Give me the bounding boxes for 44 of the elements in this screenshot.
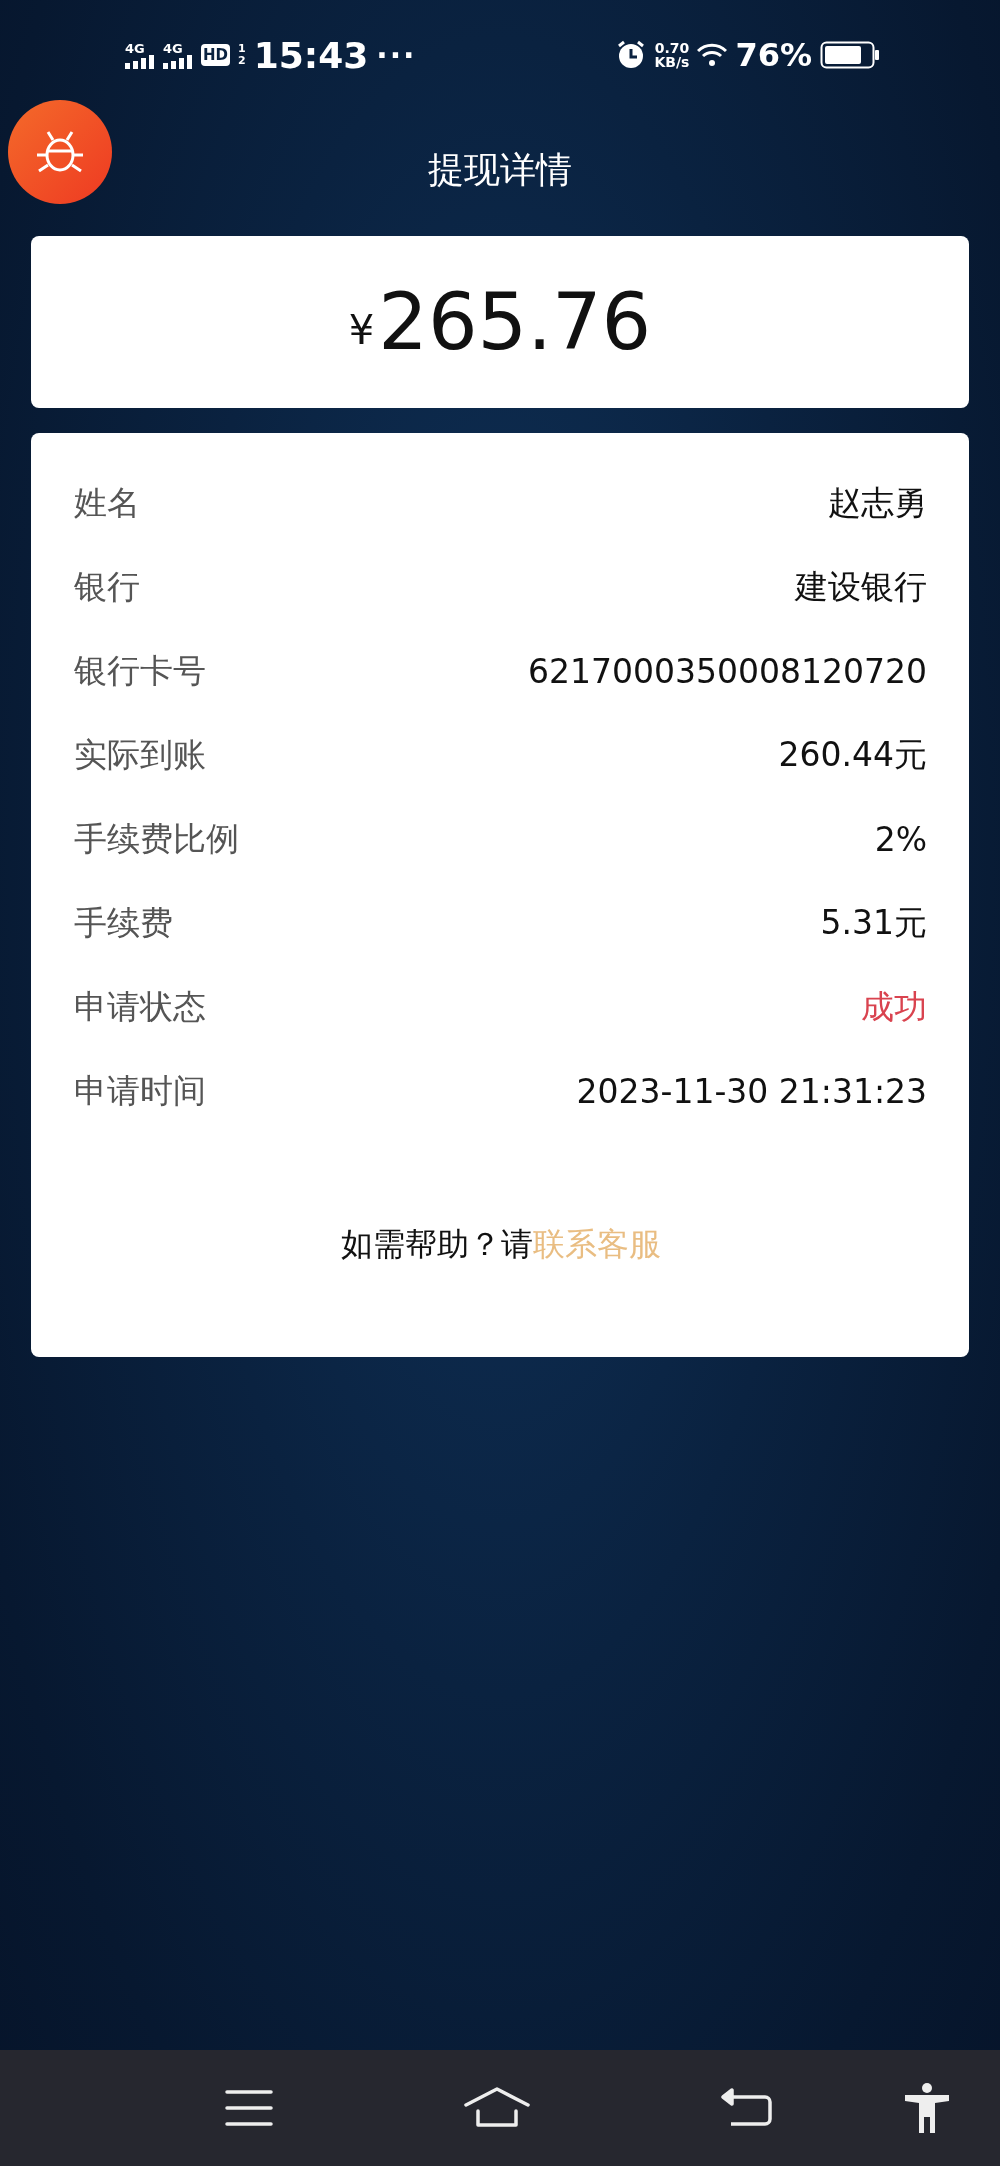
detail-label: 银行卡号 [74, 649, 206, 692]
status-value: 成功 [861, 985, 927, 1028]
speed-value: 0.70 [654, 41, 690, 55]
sim-number: 1 [238, 43, 246, 55]
alarm-icon [616, 40, 647, 70]
back-button[interactable] [721, 2087, 774, 2129]
wifi-icon [697, 43, 728, 67]
detail-value: 2023-11-30 21:31:23 [576, 1071, 927, 1111]
sim-number: 2 [238, 55, 246, 67]
detail-label: 姓名 [74, 481, 140, 524]
home-icon [464, 2087, 531, 2129]
menu-button[interactable] [225, 2089, 273, 2127]
menu-icon [225, 2089, 273, 2127]
detail-value: 6217000350008120720 [528, 651, 927, 691]
detail-value: 建设银行 [795, 565, 927, 608]
detail-value: 2% [874, 819, 927, 859]
detail-label: 手续费 [74, 901, 173, 944]
detail-value: 260.44元 [778, 733, 927, 776]
signal-icon [125, 54, 155, 69]
contact-link[interactable]: 联系客服 [532, 1225, 661, 1263]
page-title: 提现详情 [428, 147, 572, 192]
detail-value: 5.31元 [820, 901, 927, 944]
back-icon [721, 2087, 774, 2129]
detail-label: 实际到账 [74, 733, 206, 776]
detail-label: 手续费比例 [74, 817, 239, 860]
currency-symbol: ¥ [348, 307, 375, 353]
hd-label: HD [201, 44, 230, 66]
signal-icon [163, 54, 193, 69]
battery-percent: 76% [735, 36, 812, 74]
home-button[interactable] [464, 2087, 531, 2129]
detail-label: 银行 [74, 565, 140, 608]
detail-value: 赵志勇 [828, 481, 927, 524]
clock: 15:43 [253, 34, 369, 76]
network-label: 4G [163, 41, 183, 55]
network-label: 4G [125, 41, 145, 55]
detail-label: 申请状态 [74, 985, 206, 1028]
battery-icon [820, 41, 880, 69]
amount-value: 265.76 [378, 277, 652, 367]
accessibility-button[interactable] [904, 2083, 950, 2133]
accessibility-icon [904, 2083, 950, 2133]
speed-unit: KB/s [654, 55, 690, 69]
more-indicator: ··· [376, 37, 417, 73]
help-text: 如需帮助？请联系客服 [340, 1224, 661, 1265]
detail-label: 申请时间 [74, 1069, 206, 1112]
